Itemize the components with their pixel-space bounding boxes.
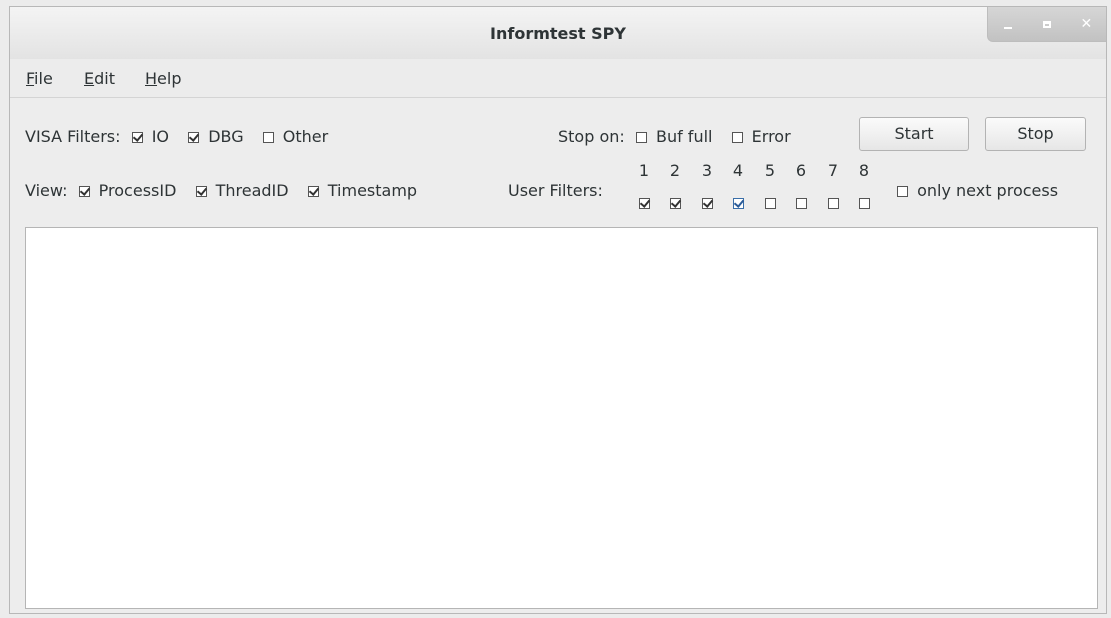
user-filter-number: 5 [764, 161, 776, 180]
minimize-icon [1003, 27, 1012, 29]
error-checkbox[interactable] [731, 132, 743, 143]
view-label: View: [25, 181, 68, 200]
stop-on-row: Stop on: Buf full Error [558, 127, 791, 146]
stop-on-label: Stop on: [558, 127, 625, 146]
process-id-checkbox[interactable] [78, 186, 90, 197]
user-filter-number: 8 [858, 161, 870, 180]
other-label: Other [282, 127, 329, 146]
user-filter-6-checkbox[interactable] [796, 198, 807, 209]
title-bar[interactable]: Informtest SPY ✕ [10, 7, 1106, 60]
menu-help-mnemonic: H [145, 69, 158, 88]
io-checkbox[interactable] [131, 132, 143, 143]
app-window: Informtest SPY ✕ File Edit Help VISA Fil… [9, 6, 1107, 614]
user-filter-number: 7 [827, 161, 839, 180]
user-filter-5-checkbox[interactable] [765, 198, 776, 209]
menu-help-label: elp [157, 69, 182, 88]
maximize-icon [1042, 20, 1051, 28]
stop-button[interactable]: Stop [985, 117, 1086, 151]
start-button[interactable]: Start [859, 117, 969, 151]
close-button[interactable]: ✕ [1071, 13, 1101, 35]
user-filter-7-checkbox[interactable] [828, 198, 839, 209]
io-label: IO [151, 127, 169, 146]
buf-full-checkbox[interactable] [635, 132, 647, 143]
user-filter-number: 4 [732, 161, 744, 180]
thread-id-label: ThreadID [215, 181, 289, 200]
timestamp-label: Timestamp [327, 181, 418, 200]
log-output-area[interactable] [25, 227, 1098, 609]
menu-file[interactable]: File [26, 69, 53, 88]
window-title: Informtest SPY [490, 24, 626, 43]
user-filter-number: 3 [701, 161, 713, 180]
only-next-process-row: only next process [897, 181, 1058, 200]
menu-edit-label: dit [94, 69, 115, 88]
menu-file-mnemonic: F [26, 69, 35, 88]
buf-full-label: Buf full [655, 127, 713, 146]
menu-bar: File Edit Help [10, 59, 1106, 98]
user-filter-4-checkbox[interactable] [733, 198, 744, 209]
only-next-process-checkbox[interactable] [897, 186, 908, 197]
menu-edit-mnemonic: E [84, 69, 95, 88]
view-row: View: ProcessID ThreadID Timestamp [25, 181, 417, 200]
visa-filters-row: VISA Filters: IO DBG Other [25, 127, 328, 146]
dbg-label: DBG [208, 127, 244, 146]
dbg-checkbox[interactable] [188, 132, 200, 143]
menu-edit[interactable]: Edit [84, 69, 115, 88]
thread-id-checkbox[interactable] [195, 186, 207, 197]
maximize-button[interactable] [1032, 13, 1062, 35]
user-filter-1-checkbox[interactable] [639, 198, 650, 209]
user-filter-8-checkbox[interactable] [859, 198, 870, 209]
window-controls: ✕ [987, 7, 1106, 42]
user-filter-number: 2 [669, 161, 681, 180]
user-filter-2-checkbox[interactable] [670, 198, 681, 209]
user-filter-number: 1 [638, 161, 650, 180]
other-checkbox[interactable] [262, 132, 274, 143]
only-next-process-label: only next process [917, 181, 1059, 200]
timestamp-checkbox[interactable] [307, 186, 319, 197]
user-filter-3-checkbox[interactable] [702, 198, 713, 209]
user-filter-number: 6 [795, 161, 807, 180]
menu-help[interactable]: Help [145, 69, 181, 88]
user-filters-label: User Filters: [508, 181, 603, 200]
close-icon: ✕ [1080, 16, 1093, 32]
visa-filters-label: VISA Filters: [25, 127, 121, 146]
minimize-button[interactable] [993, 13, 1023, 35]
menu-file-label: ile [34, 69, 53, 88]
process-id-label: ProcessID [98, 181, 177, 200]
error-label: Error [751, 127, 791, 146]
